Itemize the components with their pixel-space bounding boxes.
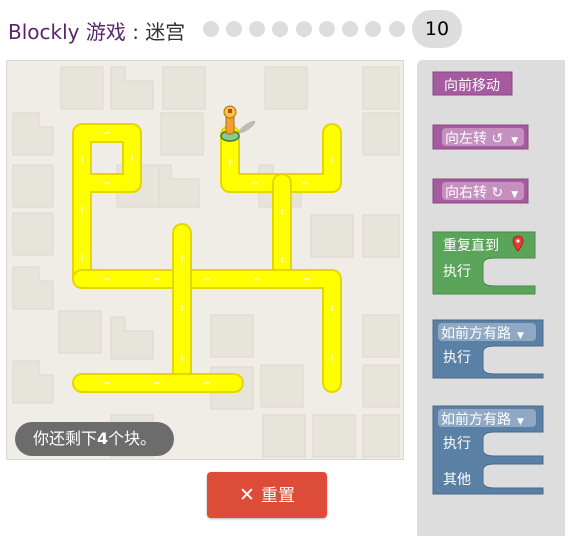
dropdown-arrow-icon: ▼ [511,190,519,200]
wall-tile [12,212,54,256]
wall-tile [210,314,254,358]
capacity-suffix: 个块。 [108,429,157,448]
wall-tile [362,414,400,458]
game-title: 迷宫 [145,20,186,44]
wall-tile [12,112,54,156]
turn-right-label: 向右转 ↻ [445,185,504,201]
dropdown-arrow-icon: ▼ [517,331,524,341]
ifelse-do-label: 执行 [443,436,471,452]
wall-tile [362,112,400,156]
if-do-label: 执行 [443,350,471,366]
level-dot-9[interactable] [389,21,405,37]
wall-tile [12,164,54,208]
level-dot-3[interactable] [249,21,265,37]
level-dot-1[interactable] [203,21,219,37]
maze-wall-tiles [12,66,400,458]
wall-tile [110,316,154,360]
current-level-badge[interactable]: 10 [412,10,462,48]
wall-tile [260,364,304,408]
wall-tile [12,360,54,404]
wall-tile [110,66,154,110]
wall-tile [12,266,54,310]
wall-tile [310,214,354,258]
ifelse-path-dropdown[interactable]: 如前方有路 ▼ [441,409,524,429]
level-dot-2[interactable] [226,21,242,37]
capacity-count: 4 [97,429,109,448]
level-dot-8[interactable] [365,21,381,37]
level-dot-5[interactable] [296,21,312,37]
turn-left-dropdown[interactable]: 向左转 ↺ ▼ [445,128,518,148]
page-title: Blockly 游戏 : 迷宫 [8,16,185,45]
if-path-dropdown[interactable]: 如前方有路 ▼ [441,323,524,343]
repeat-do-label: 执行 [443,264,471,280]
wall-tile [362,214,400,258]
if-path-label: 如前方有路 [441,326,511,342]
reset-label: 重置 [260,486,295,506]
wall-tile [60,66,104,110]
wall-tile [312,414,356,458]
wall-tile [58,310,102,354]
wall-tile [262,414,306,458]
wall-tile [264,66,308,110]
wall-tile [362,314,400,358]
toolbox[interactable]: 向前移动 向左转 ↺ ▼ 向右转 ↻ ▼ 重复直到 执行 如前方有路 ▼ 执行 如前方… [417,60,565,536]
wall-tile [162,66,206,110]
level-dot-6[interactable] [319,21,335,37]
wall-tile [156,164,200,208]
header: Blockly 游戏 : 迷宫 10 [0,0,569,60]
ifelse-path-label: 如前方有路 [441,412,511,428]
maze-svg [12,66,400,458]
remaining-blocks-bubble: 你还剩下4个块。 [15,422,175,456]
turn-left-label: 向左转 ↺ [445,131,504,147]
reset-button[interactable]: ✕ 重置 [207,472,327,518]
level-dot-7[interactable] [342,21,358,37]
level-dot-4[interactable] [272,21,288,37]
capacity-prefix: 你还剩下 [33,429,98,448]
games-link[interactable]: 游戏 [86,20,126,44]
wall-tile [362,364,400,408]
ifelse-else-label: 其他 [443,472,471,488]
pegman-icon [220,105,256,142]
close-icon: ✕ [239,484,255,506]
wall-tile [160,112,204,156]
repeat-until-label: 重复直到 [443,238,499,254]
maze-board [6,60,404,460]
turn-right-dropdown[interactable]: 向右转 ↻ ▼ [445,182,518,202]
title-separator: : [125,20,146,44]
dropdown-arrow-icon: ▼ [511,136,519,146]
move-forward-label: 向前移动 [444,78,500,94]
app-name-link[interactable]: Blockly [8,20,79,44]
dropdown-arrow-icon: ▼ [517,417,524,427]
wall-tile [362,66,400,110]
